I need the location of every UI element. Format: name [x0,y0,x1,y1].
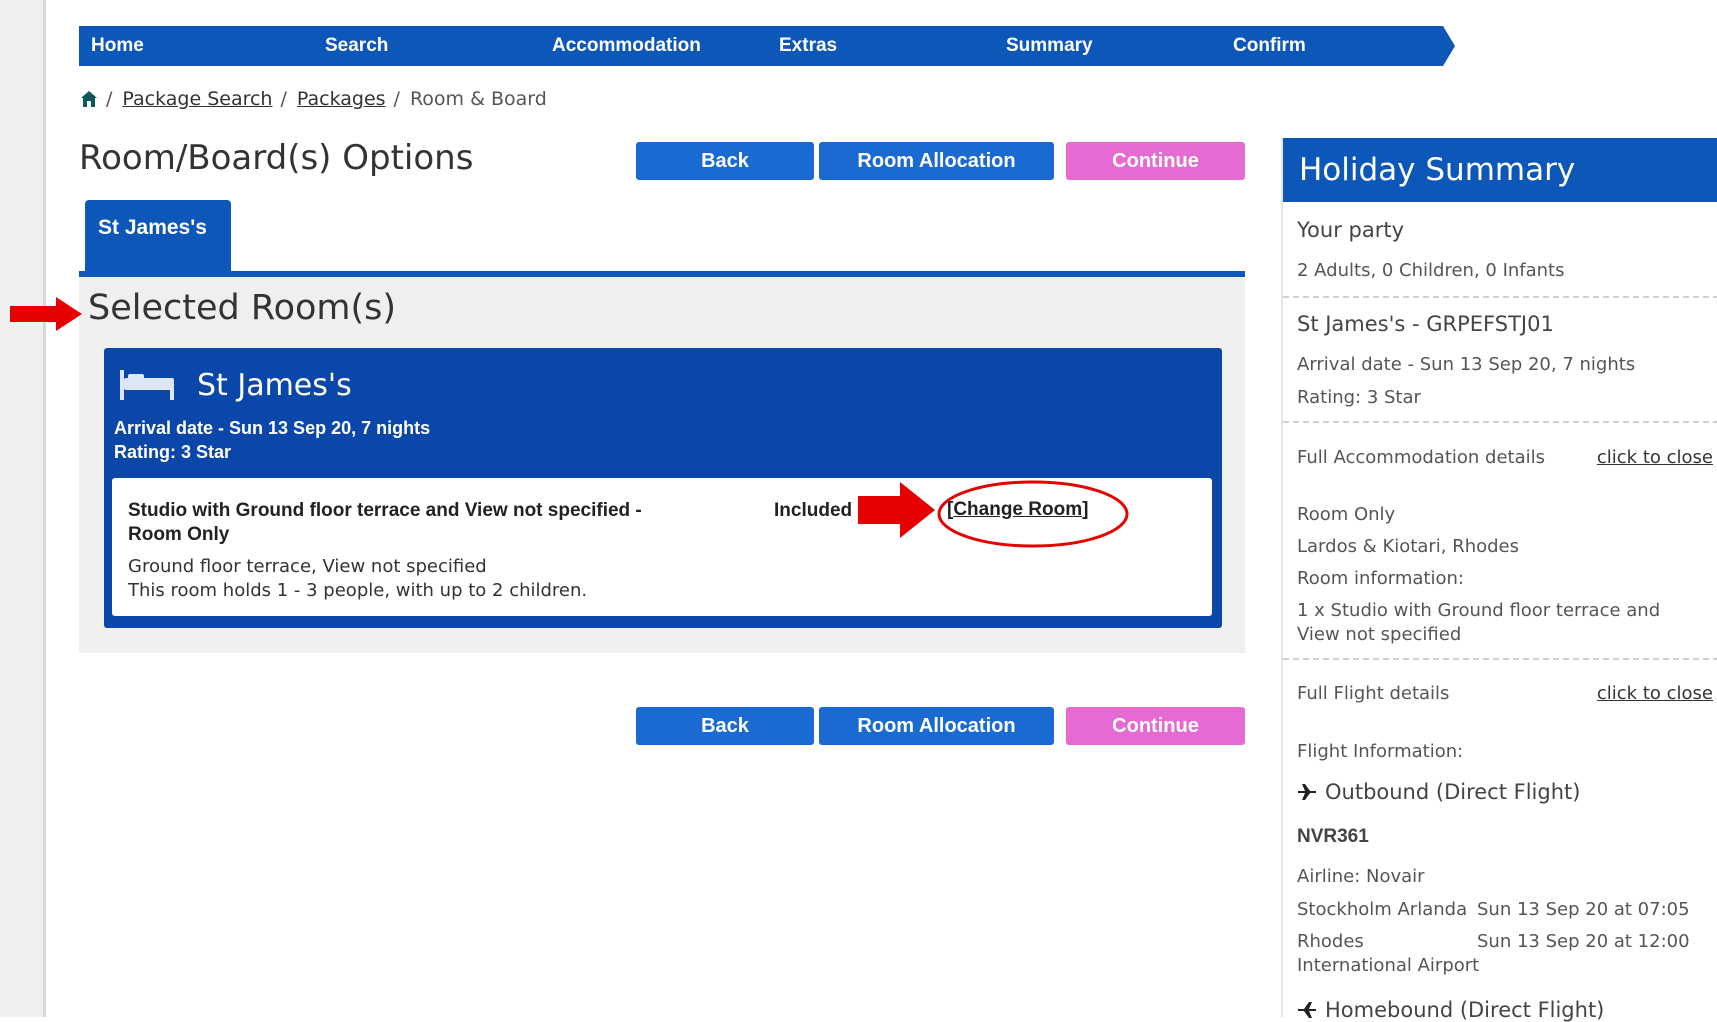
homebound-row: Homebound (Direct Flight) [1297,998,1604,1022]
step-home[interactable]: Home [79,26,319,66]
step-label: Search [325,35,389,56]
continue-button-top[interactable]: Continue [1066,142,1245,180]
room-info-line1: 1 x Studio with Ground floor terrace and [1297,600,1661,621]
outbound-label: Outbound (Direct Flight) [1325,780,1581,804]
flight-details-label: Full Flight details [1297,683,1450,704]
step-summary[interactable]: Summary [986,26,1227,66]
close-accommodation-link[interactable]: click to close [1597,447,1713,468]
room-allocation-button-top[interactable]: Room Allocation [819,142,1054,180]
continue-button-bottom[interactable]: Continue [1066,707,1245,745]
left-gutter [0,0,46,1017]
outbound-row: Outbound (Direct Flight) [1297,780,1580,804]
step-label: Extras [779,35,838,56]
home-icon[interactable] [80,90,98,108]
holiday-summary: Holiday Summary Your party 2 Adults, 0 C… [1281,138,1717,1022]
summary-arrival: Arrival date - Sun 13 Sep 20, 7 nights [1297,354,1636,375]
room-allocation-button-bottom[interactable]: Room Allocation [819,707,1054,745]
breadcrumb-packages[interactable]: Packages [297,88,386,110]
summary-board: Room Only [1297,504,1396,525]
breadcrumb: / Package Search / Packages / Room & Boa… [80,87,547,111]
step-label: Confirm [1233,35,1306,56]
step-confirm[interactable]: Confirm [1213,26,1455,66]
room-info-label: Room information: [1297,568,1464,589]
homebound-label: Homebound (Direct Flight) [1325,998,1605,1022]
change-room-link[interactable]: Change Room [953,499,1082,520]
step-label: Home [91,35,144,56]
hotel-rating: Rating: 3 Star [114,442,232,462]
plane-outbound-icon [1298,784,1316,800]
room-option: Studio with Ground floor terrace and Vie… [112,478,1212,616]
hotel-code: St James's - GRPEFSTJ01 [1297,312,1554,336]
summary-location: Lardos & Kiotari, Rhodes [1297,536,1519,557]
airline: Airline: Novair [1297,866,1425,887]
arrival-time: Sun 13 Sep 20 at 12:00 [1477,931,1690,952]
departure-airport: Stockholm Arlanda [1297,899,1468,920]
summary-title: Holiday Summary [1283,138,1717,202]
tab-st-james[interactable]: St James's [85,200,231,272]
bed-icon [120,370,174,400]
step-label: Summary [1006,35,1093,56]
back-button-bottom[interactable]: Back [636,707,814,745]
bracket-close: ] [1082,499,1089,520]
summary-rating: Rating: 3 Star [1297,387,1421,408]
accommodation-details-label: Full Accommodation details [1297,447,1546,468]
room-capacity: This room holds 1 - 3 people, with up to… [128,580,588,601]
section-title: Selected Room(s) [88,288,397,328]
hotel-card: St James's Arrival date - Sun 13 Sep 20,… [104,348,1222,628]
room-included: Included [774,500,853,521]
arrival-airport-line1: Rhodes [1297,931,1364,952]
flight-info-label: Flight Information: [1297,741,1464,762]
back-button-top[interactable]: Back [636,142,814,180]
breadcrumb-current: Room & Board [409,88,547,110]
plane-homebound-icon [1298,1002,1316,1018]
step-search[interactable]: Search [305,26,546,66]
page-title: Room/Board(s) Options [79,138,474,178]
party-value: 2 Adults, 0 Children, 0 Infants [1297,260,1565,281]
hotel-arrival: Arrival date - Sun 13 Sep 20, 7 nights [114,418,431,438]
hotel-name: St James's [197,368,352,403]
breadcrumb-package-search[interactable]: Package Search [122,88,272,110]
room-board: Room Only [128,524,230,545]
progress-steps: Home Search Accommodation Extras Summary… [79,26,1509,66]
room-info-line2: View not specified [1297,624,1462,645]
departure-time: Sun 13 Sep 20 at 07:05 [1477,899,1690,920]
close-flight-link[interactable]: click to close [1597,683,1713,704]
party-label: Your party [1297,218,1404,242]
change-room-wrapper: [Change Room] [947,499,1088,521]
page: Home Search Accommodation Extras Summary… [0,0,1717,1022]
step-extras[interactable]: Extras [759,26,1000,66]
room-title: Studio with Ground floor terrace and Vie… [128,500,642,521]
arrival-airport-line2: International Airport [1297,955,1480,976]
step-accommodation[interactable]: Accommodation [532,26,773,66]
room-features: Ground floor terrace, View not specified [128,556,487,577]
flight-number: NVR361 [1297,826,1369,847]
step-label: Accommodation [552,35,701,56]
